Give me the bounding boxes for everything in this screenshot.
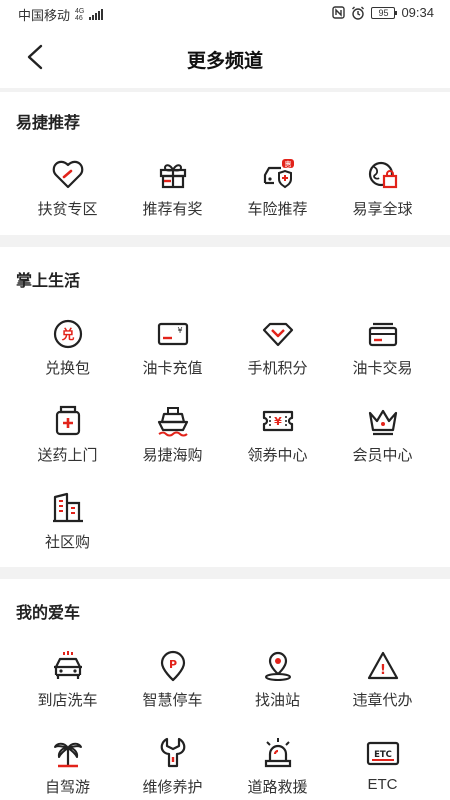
- location-pin-icon: [261, 649, 295, 683]
- grid-item-label: 道路救援: [247, 779, 308, 796]
- badge-text: 惠: [284, 160, 291, 169]
- grid-item-label: 社区购: [44, 534, 90, 551]
- grid-item-fuel-card-trade[interactable]: 油卡交易: [330, 317, 435, 387]
- grid-item-label: 扶贫专区: [37, 201, 98, 218]
- crown-icon: [366, 404, 400, 438]
- palm-tree-icon: [51, 736, 85, 770]
- section-title: 我的爱车: [16, 605, 81, 622]
- warning-icon: !: [366, 649, 400, 683]
- grid-item-label: 自驾游: [44, 779, 90, 796]
- grid-item-smart-parking[interactable]: P 智慧停车: [120, 649, 225, 719]
- diamond-icon: [261, 317, 295, 351]
- grid-item-label: 维修养护: [142, 779, 203, 796]
- grid-item-label: 会员中心: [352, 447, 413, 464]
- grid-item-global-shopping[interactable]: 易享全球: [330, 158, 435, 228]
- globe-bag-icon: [366, 158, 400, 192]
- ship-icon: [156, 404, 190, 438]
- car-wash-icon: [51, 649, 85, 683]
- card-yen-icon: ¥: [156, 317, 190, 351]
- section-title: 掌上生活: [16, 273, 81, 290]
- card-stack-icon: [366, 317, 400, 351]
- grid-item-label: 易享全球: [352, 201, 413, 218]
- nav-header: 更多频道: [0, 26, 450, 88]
- exchange-icon: 兑: [51, 317, 85, 351]
- grid-item-label: 易捷海购: [142, 447, 203, 464]
- grid-item-referral[interactable]: 推荐有奖: [120, 158, 225, 228]
- network-type: 4G 46: [75, 7, 85, 22]
- grid-item-etc[interactable]: ETC ETC: [330, 736, 435, 800]
- svg-text:兑: 兑: [61, 327, 74, 343]
- grid-item-label: 手机积分: [247, 360, 308, 377]
- section-daily-life: 掌上生活 兑 兑换包 ¥ 油卡充值 手机积分 油卡交易 送药上门 易捷海购 ¥ …: [0, 247, 450, 567]
- grid-item-coupon-center[interactable]: ¥ 领券中心: [225, 404, 330, 474]
- page-title: 更多频道: [186, 51, 263, 72]
- svg-text:¥: ¥: [177, 326, 182, 335]
- grid-item-label: 推荐有奖: [142, 201, 203, 218]
- alarm-icon: [352, 6, 365, 20]
- grid-item-car-insurance[interactable]: 惠 车险推荐: [225, 158, 330, 228]
- grid-item-member-center[interactable]: 会员中心: [330, 404, 435, 474]
- grid-item-phone-points[interactable]: 手机积分: [225, 317, 330, 387]
- etc-card-icon: ETC: [366, 736, 400, 770]
- grid-item-community-shopping[interactable]: 社区购: [15, 491, 120, 561]
- svg-text:!: !: [380, 663, 386, 678]
- car-shield-icon: 惠: [261, 158, 295, 192]
- svg-text:P: P: [168, 658, 176, 671]
- grid-item-label: 找油站: [254, 692, 300, 709]
- grid-item-label: 智慧停车: [142, 692, 203, 709]
- grid-item-poverty-aid[interactable]: 扶贫专区: [15, 158, 120, 228]
- grid-item-car-wash[interactable]: 到店洗车: [15, 649, 120, 719]
- grid-item-label: 到店洗车: [37, 692, 98, 709]
- grid-item-label: 油卡充值: [142, 360, 203, 377]
- section-my-car: 我的爱车 到店洗车 P 智慧停车 找油站 ! 违章代办 自驾游 维修养护 道路救…: [0, 579, 450, 800]
- heart-hand-icon: [51, 158, 85, 192]
- status-bar: 中国移动 4G 46 95 09:34: [0, 0, 450, 26]
- grid-item-road-rescue[interactable]: 道路救援: [225, 736, 330, 800]
- svg-text:¥: ¥: [274, 415, 282, 428]
- grid-item-label: 油卡交易: [352, 360, 413, 377]
- grid-item-label: 车险推荐: [247, 201, 308, 218]
- siren-icon: [261, 736, 295, 770]
- grid-item-medicine-delivery[interactable]: 送药上门: [15, 404, 120, 474]
- battery-icon: 95: [371, 6, 398, 19]
- grid-item-overseas-shopping[interactable]: 易捷海购: [120, 404, 225, 474]
- coupon-icon: ¥: [261, 404, 295, 438]
- grid-item-label: 领券中心: [247, 447, 308, 464]
- signal-icon: [89, 9, 104, 20]
- section-divider: [0, 567, 450, 579]
- grid-item-find-gas-station[interactable]: 找油站: [225, 649, 330, 719]
- clock: 09:34: [401, 5, 434, 20]
- grid-item-fuel-card-topup[interactable]: ¥ 油卡充值: [120, 317, 225, 387]
- section-recommend: 易捷推荐 扶贫专区 推荐有奖 惠 车险推荐 易享全球: [0, 92, 450, 235]
- grid-item-exchange-pack[interactable]: 兑 兑换包: [15, 317, 120, 387]
- section-divider: [0, 235, 450, 247]
- nfc-icon: [332, 6, 346, 19]
- grid-item-repair-maintenance[interactable]: 维修养护: [120, 736, 225, 800]
- parking-pin-icon: P: [156, 649, 190, 683]
- medicine-icon: [51, 404, 85, 438]
- grid-item-label: 违章代办: [352, 692, 413, 709]
- grid-item-road-trip[interactable]: 自驾游: [15, 736, 120, 800]
- grid-item-label: 送药上门: [37, 447, 98, 464]
- carrier-name: 中国移动: [18, 8, 71, 23]
- svg-text:ETC: ETC: [374, 750, 392, 760]
- grid-item-violation-service[interactable]: ! 违章代办: [330, 649, 435, 719]
- building-icon: [51, 491, 85, 525]
- gift-icon: [156, 158, 190, 192]
- section-title: 易捷推荐: [16, 115, 81, 132]
- grid-item-label: 兑换包: [44, 360, 90, 377]
- wrench-icon: [156, 736, 190, 770]
- grid-item-label: ETC: [367, 776, 398, 793]
